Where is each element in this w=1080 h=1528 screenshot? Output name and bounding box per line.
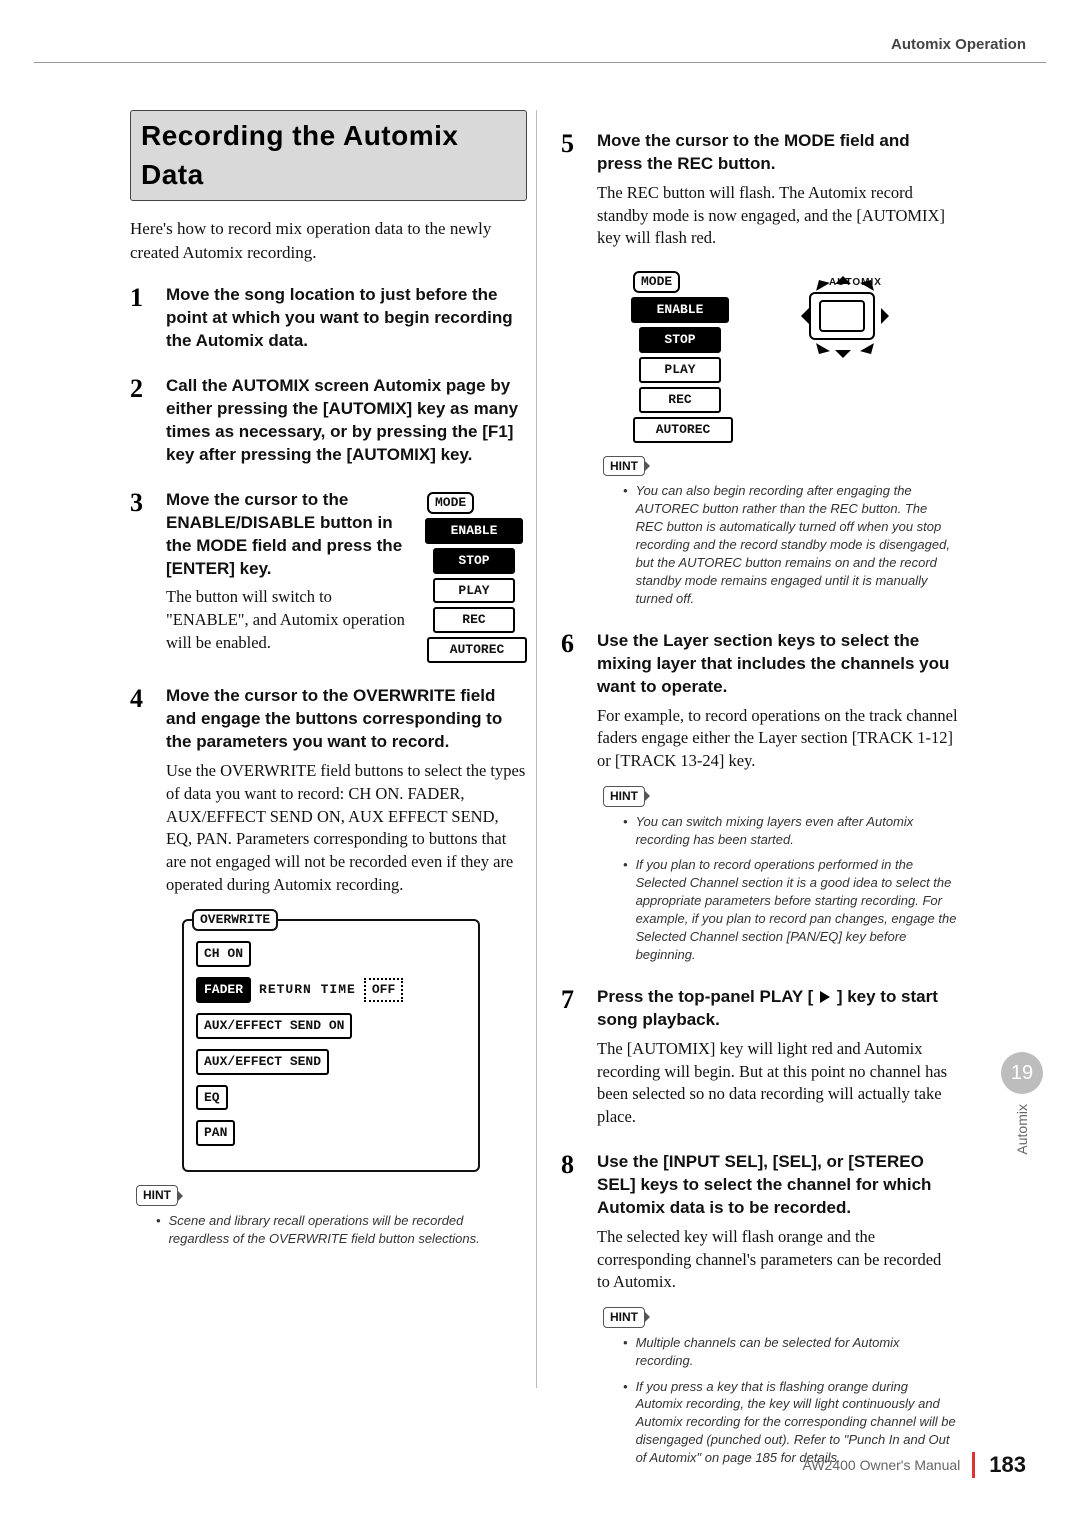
- right-column: Move the cursor to the MODE field and pr…: [561, 110, 958, 1388]
- step-7-title: Press the top-panel PLAY [ ] key to star…: [597, 986, 958, 1032]
- step-2-title: Call the AUTOMIX screen Automix page by …: [166, 375, 527, 467]
- hint-1-label: HINT: [136, 1185, 178, 1206]
- mode-enable-button[interactable]: ENABLE: [425, 518, 523, 544]
- hint-3: HINT You can switch mixing layers even a…: [603, 783, 958, 964]
- step-5-title: Move the cursor to the MODE field and pr…: [597, 130, 958, 176]
- overwrite-return-time-value[interactable]: OFF: [364, 978, 403, 1002]
- overwrite-return-time-label: RETURN TIME: [259, 981, 356, 999]
- step-6: Use the Layer section keys to select the…: [561, 630, 958, 964]
- mode-autorec-button[interactable]: AUTOREC: [427, 637, 527, 663]
- step-6-body: For example, to record operations on the…: [597, 705, 958, 773]
- step-1: Move the song location to just before th…: [130, 284, 527, 353]
- mode-tab: MODE: [427, 492, 474, 514]
- mode-play-button[interactable]: PLAY: [433, 578, 515, 604]
- side-tab-label: Automix: [1014, 1104, 1030, 1155]
- step-6-title: Use the Layer section keys to select the…: [597, 630, 958, 699]
- overwrite-tab: OVERWRITE: [192, 909, 278, 931]
- mode-panel: MODE ENABLE STOP PLAY REC AUTOREC: [425, 489, 527, 664]
- chapter-number-badge: 19: [1001, 1052, 1043, 1094]
- hint-1-bullet-1: Scene and library recall operations will…: [169, 1212, 527, 1248]
- overwrite-fader[interactable]: FADER: [196, 977, 251, 1003]
- left-column: Recording the Automix Data Here's how to…: [130, 110, 527, 1388]
- step-7: Press the top-panel PLAY [ ] key to star…: [561, 986, 958, 1129]
- step-2: Call the AUTOMIX screen Automix page by …: [130, 375, 527, 467]
- step-8: Use the [INPUT SEL], [SEL], or [STEREO S…: [561, 1151, 958, 1467]
- play-icon: [820, 991, 830, 1003]
- overwrite-eq[interactable]: EQ: [196, 1085, 228, 1111]
- hint-1: HINT Scene and library recall operations…: [136, 1182, 527, 1247]
- step-4: Move the cursor to the OVERWRITE field a…: [130, 685, 527, 896]
- side-tab: 19 Automix: [998, 1052, 1046, 1202]
- mode2-tab: MODE: [633, 271, 680, 293]
- page-footer: AW2400 Owner's Manual 183: [803, 1452, 1027, 1478]
- overwrite-aux-send[interactable]: AUX/EFFECT SEND: [196, 1049, 329, 1075]
- footer-manual-name: AW2400 Owner's Manual: [803, 1457, 961, 1473]
- hint-2-label: HINT: [603, 456, 645, 477]
- step-3: Move the cursor to the ENABLE/DISABLE bu…: [130, 489, 527, 664]
- page-number: 183: [989, 1452, 1026, 1478]
- hint-3-label: HINT: [603, 786, 645, 807]
- hint-4-bullet-1: Multiple channels can be selected for Au…: [636, 1334, 958, 1370]
- step-4-body: Use the OVERWRITE field buttons to selec…: [166, 760, 527, 897]
- step-1-title: Move the song location to just before th…: [166, 284, 527, 353]
- overwrite-ch-on[interactable]: CH ON: [196, 941, 251, 967]
- hint-3-bullet-2: If you plan to record operations perform…: [636, 856, 958, 964]
- footer-accent-bar: [972, 1452, 975, 1478]
- intro-text: Here's how to record mix operation data …: [130, 217, 527, 264]
- hint-3-bullet-1: You can switch mixing layers even after …: [636, 813, 958, 849]
- hint-2-bullet-1: You can also begin recording after engag…: [636, 482, 958, 608]
- mode2-enable-button[interactable]: ENABLE: [631, 297, 729, 323]
- section-heading: Recording the Automix Data: [130, 110, 527, 201]
- breadcrumb: Automix Operation: [891, 36, 1026, 53]
- step-4-title: Move the cursor to the OVERWRITE field a…: [166, 685, 527, 754]
- overwrite-panel: OVERWRITE CH ON FADER RETURN TIME OFF AU…: [182, 919, 480, 1173]
- mode-rec-button[interactable]: REC: [433, 607, 515, 633]
- hint-4-label: HINT: [603, 1307, 645, 1328]
- mode-stop-button[interactable]: STOP: [433, 548, 515, 574]
- step-7-title-prefix: Press the top-panel PLAY [: [597, 987, 813, 1006]
- step-8-body: The selected key will flash orange and t…: [597, 1226, 958, 1294]
- step-5: Move the cursor to the MODE field and pr…: [561, 130, 958, 608]
- overwrite-pan[interactable]: PAN: [196, 1120, 235, 1146]
- step-3-title: Move the cursor to the ENABLE/DISABLE bu…: [166, 489, 413, 581]
- section-heading-text: Recording the Automix Data: [141, 120, 458, 190]
- step-3-body: The button will switch to "ENABLE", and …: [166, 586, 413, 654]
- overwrite-aux-send-on[interactable]: AUX/EFFECT SEND ON: [196, 1013, 352, 1039]
- step-5-body: The REC button will flash. The Automix r…: [597, 182, 958, 250]
- hint-2: HINT You can also begin recording after …: [603, 453, 958, 608]
- mode2-autorec-button[interactable]: AUTOREC: [633, 417, 733, 443]
- mode-panel-2: MODE ENABLE STOP PLAY REC AUTOREC: [631, 268, 741, 443]
- mode2-rec-button[interactable]: REC: [639, 387, 721, 413]
- mode2-stop-button[interactable]: STOP: [639, 327, 721, 353]
- header-rule: [34, 62, 1046, 63]
- step-8-title: Use the [INPUT SEL], [SEL], or [STEREO S…: [597, 1151, 958, 1220]
- step-7-body: The [AUTOMIX] key will light red and Aut…: [597, 1038, 958, 1129]
- hint-4: HINT Multiple channels can be selected f…: [603, 1304, 958, 1467]
- automix-key-icon: AUTOMIX: [781, 268, 901, 366]
- mode2-play-button[interactable]: PLAY: [639, 357, 721, 383]
